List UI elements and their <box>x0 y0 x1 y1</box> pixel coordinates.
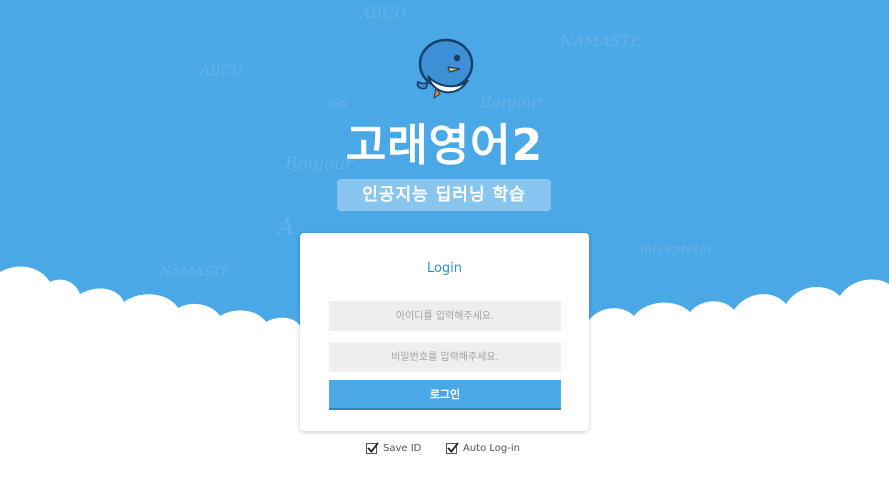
check-icon <box>447 441 459 453</box>
auto-login-checkbox[interactable] <box>446 441 459 454</box>
save-id-checkbox[interactable] <box>366 441 379 454</box>
auto-login-option[interactable]: Auto Log-in <box>446 441 520 455</box>
save-id-option[interactable]: Save ID <box>366 441 421 455</box>
auto-login-label: Auto Log-in <box>463 442 520 454</box>
app-title: 고래영어2 <box>345 120 544 171</box>
app-subtitle: 인공지능 딥러닝 학습 <box>337 179 551 211</box>
login-button[interactable]: 로그인 <box>329 380 561 410</box>
user-id-input[interactable] <box>329 301 561 331</box>
save-id-label: Save ID <box>383 442 422 454</box>
whale-icon <box>416 38 474 100</box>
check-icon <box>367 441 379 453</box>
login-card: Login 로그인 <box>300 233 589 431</box>
login-heading: Login <box>426 261 463 276</box>
password-input[interactable] <box>329 342 561 372</box>
